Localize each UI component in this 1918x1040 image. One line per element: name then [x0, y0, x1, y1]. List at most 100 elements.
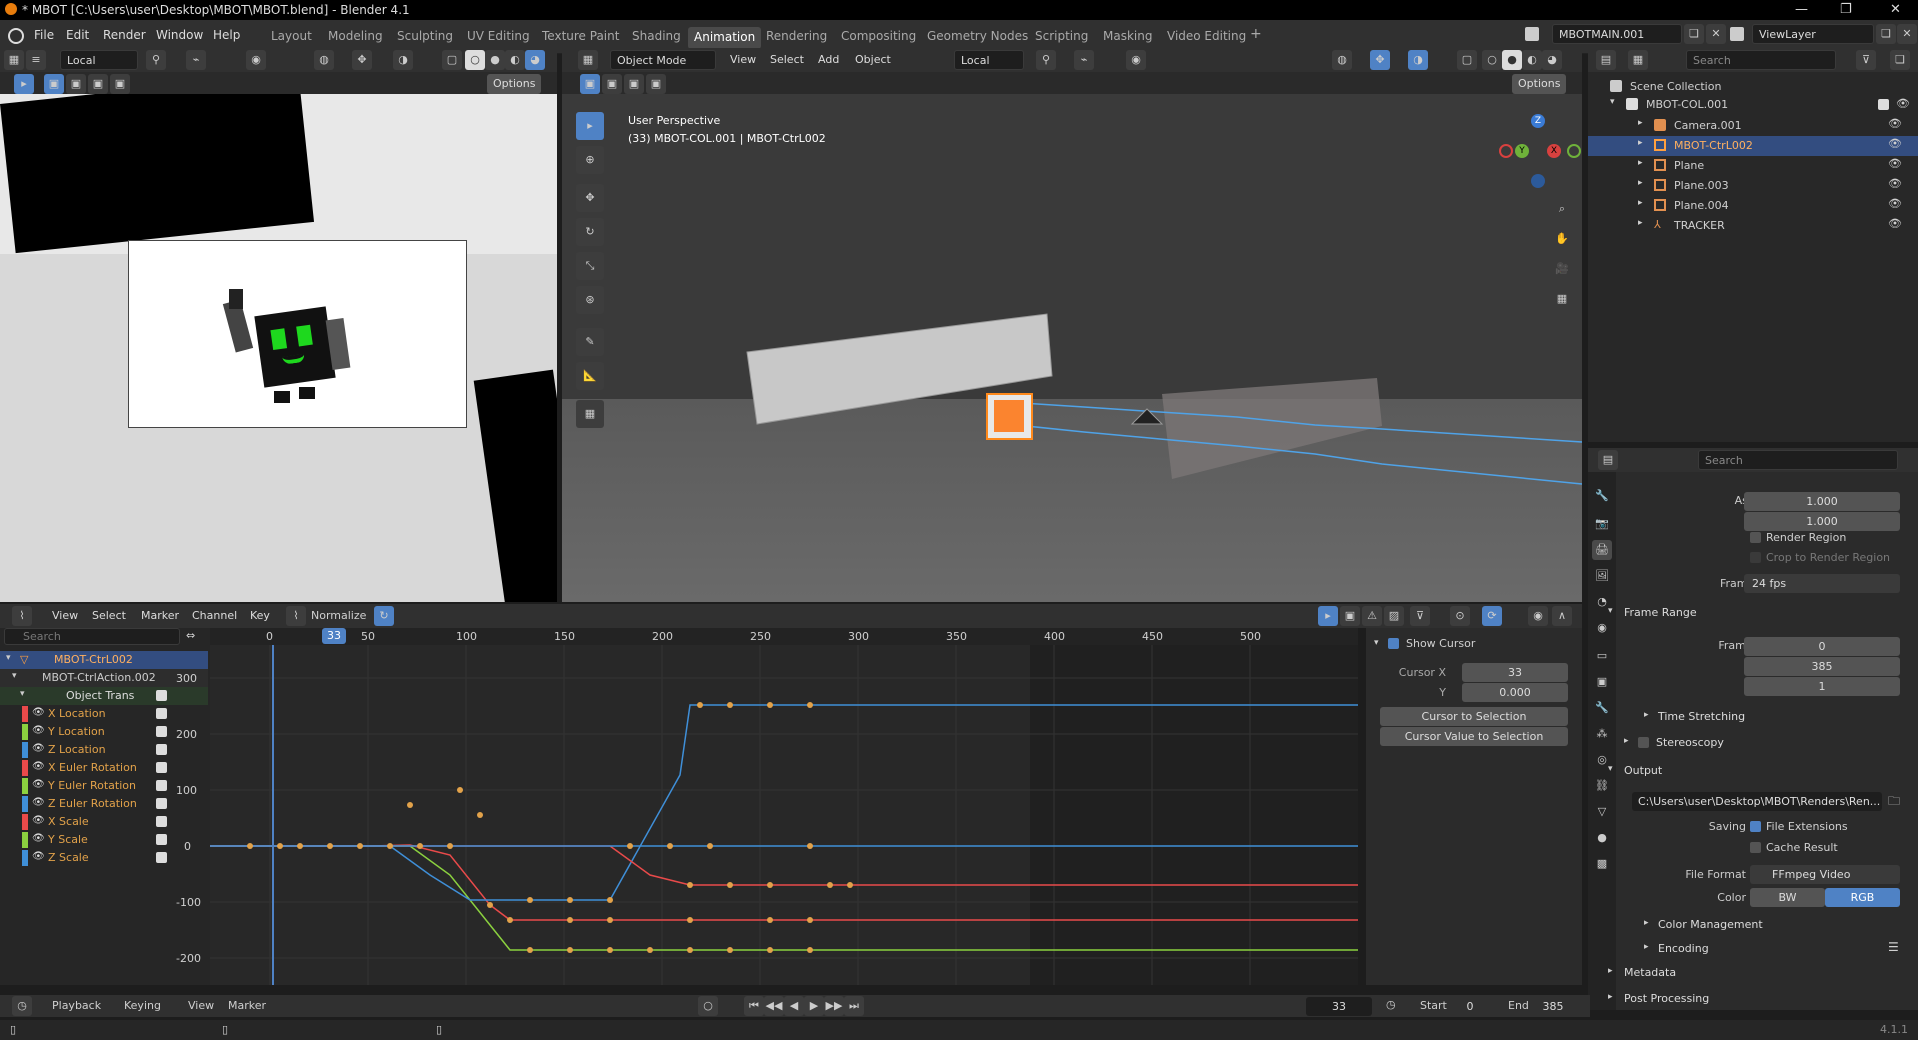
channel-eye-icon[interactable]: 👁 — [32, 761, 45, 772]
start-field[interactable]: 0 — [1460, 997, 1480, 1016]
viewport-snap-icon[interactable]: ⌁ — [1074, 50, 1094, 70]
auto-normalize-icon[interactable]: ↻ — [374, 606, 394, 626]
hamburger-menu-icon[interactable]: ≡ — [26, 50, 46, 70]
cursor-to-selection-button[interactable]: Cursor to Selection — [1380, 707, 1568, 726]
gizmo-icon[interactable]: ✥ — [352, 50, 372, 70]
gizmo-neg-x[interactable] — [1499, 144, 1513, 158]
scene-name-field[interactable]: MBOTMAIN.001 — [1552, 24, 1682, 44]
graph-area[interactable]: 300 — [210, 645, 1358, 985]
item-eye-icon[interactable]: 👁 — [1888, 137, 1902, 150]
normalize-label[interactable]: Normalize — [311, 609, 366, 622]
channel-search-input[interactable]: Search — [4, 628, 180, 645]
viewport-shading-wire-icon[interactable]: ○ — [1482, 50, 1502, 70]
channel-eye-icon[interactable]: 👁 — [32, 779, 45, 790]
output-tab-icon[interactable]: 🖨 — [1592, 540, 1612, 560]
left-options-button[interactable]: Options — [487, 74, 542, 94]
playback-menu[interactable]: Playback — [52, 999, 101, 1012]
graph-select-icon[interactable]: ▸ — [1318, 606, 1338, 626]
channel-checkbox[interactable] — [156, 708, 167, 719]
channel-swap-icon[interactable]: ⇔ — [186, 629, 195, 642]
file-extensions-checkbox[interactable] — [1750, 821, 1761, 832]
close-icon[interactable]: ✕ — [1890, 2, 1901, 17]
frame-range-section-header[interactable]: Frame Range — [1624, 606, 1697, 619]
show-cursor-checkbox[interactable] — [1388, 638, 1399, 649]
viewport-xray-icon[interactable]: ▢ — [1457, 50, 1477, 70]
viewport-overlay-icon[interactable]: ◑ — [1408, 50, 1428, 70]
collapse-chevron-icon[interactable]: ▾ — [6, 653, 11, 663]
minimize-icon[interactable]: — — [1795, 2, 1808, 17]
expand-chevron-icon[interactable]: ▸ — [1638, 178, 1643, 188]
time-stretching-section[interactable]: Time Stretching — [1658, 710, 1745, 723]
transform-orientation-dropdown[interactable]: Local — [60, 50, 138, 70]
encoding-list-icon[interactable]: ☰ — [1888, 940, 1899, 954]
channel-eye-icon[interactable]: 👁 — [32, 815, 45, 826]
outliner-item[interactable]: ▸ Plane.004 👁 — [1588, 196, 1918, 216]
graph-ghost-icon[interactable]: ▨ — [1384, 606, 1404, 626]
maximize-icon[interactable]: ❐ — [1840, 2, 1852, 17]
collection-checkbox[interactable] — [1878, 99, 1889, 110]
graph-filter-icon[interactable]: ⊽ — [1410, 606, 1430, 626]
item-eye-icon[interactable]: 👁 — [1888, 217, 1902, 230]
world-tab-icon[interactable]: ◉ — [1592, 618, 1612, 638]
outliner-filter-icon[interactable]: ⊽ — [1856, 50, 1876, 70]
graph-menu-view[interactable]: View — [52, 609, 78, 622]
delete-view-layer-icon[interactable]: ✕ — [1897, 24, 1917, 44]
channel-checkbox[interactable] — [156, 816, 167, 827]
frame-rate-dropdown[interactable]: 24 fps — [1744, 574, 1900, 593]
add-workspace-icon[interactable]: + — [1250, 26, 1262, 48]
timeline-marker-menu[interactable]: Marker — [228, 999, 266, 1012]
post-processing-chevron-icon[interactable]: ▸ — [1608, 992, 1613, 1002]
pan-hand-icon[interactable]: ✋ — [1552, 229, 1572, 249]
viewport-proportional-icon[interactable]: ◉ — [1126, 50, 1146, 70]
zoom-icon[interactable]: ⌕ — [1552, 199, 1572, 219]
post-processing-section[interactable]: Post Processing — [1624, 992, 1709, 1005]
viewport-shading-material-icon[interactable]: ◐ — [1522, 50, 1542, 70]
item-eye-icon[interactable]: 👁 — [1888, 117, 1902, 130]
snap-icon[interactable]: ⌁ — [186, 50, 206, 70]
output-path-field[interactable]: C:\Users\user\Desktop\MBOT\Renders\Ren..… — [1632, 792, 1882, 811]
menu-edit[interactable]: Edit — [66, 28, 89, 42]
visibility-icon[interactable]: ◍ — [314, 50, 334, 70]
output-section-header[interactable]: Output — [1624, 764, 1662, 777]
file-format-dropdown[interactable]: FFmpeg Video — [1750, 865, 1900, 884]
cursor-x-field[interactable]: 33 — [1462, 663, 1568, 682]
output-chevron-icon[interactable]: ▾ — [1608, 764, 1613, 774]
channel-eye-icon[interactable]: 👁 — [32, 851, 45, 862]
stereoscopy-chevron-icon[interactable]: ▸ — [1624, 736, 1629, 746]
channel-checkbox[interactable] — [156, 744, 167, 755]
viewport-pivot-icon[interactable]: ⚲ — [1036, 50, 1056, 70]
viewport-transform-dropdown[interactable]: Local — [954, 50, 1024, 70]
menu-render[interactable]: Render — [103, 28, 146, 42]
new-view-layer-icon[interactable]: ❏ — [1876, 24, 1896, 44]
properties-editor-type-icon[interactable]: ▤ — [1598, 450, 1618, 470]
play-icon[interactable]: ▶ — [804, 996, 824, 1016]
render-region-checkbox[interactable] — [1750, 532, 1761, 543]
modifier-tab-icon[interactable]: 🔧 — [1592, 698, 1612, 718]
properties-search-input[interactable]: Search — [1698, 450, 1898, 470]
collapse-chevron-icon[interactable]: ▾ — [12, 671, 17, 681]
keying-menu[interactable]: Keying — [124, 999, 161, 1012]
channel-checkbox[interactable] — [156, 780, 167, 791]
outliner-collection-row[interactable]: ▾ MBOT-COL.001 👁 — [1610, 96, 1915, 114]
tool-tab-icon[interactable]: 🔧 — [1592, 486, 1612, 506]
aspect-y-field[interactable]: 1.000 — [1744, 512, 1900, 531]
color-management-section[interactable]: Color Management — [1658, 918, 1763, 931]
graph-editor-type-icon[interactable]: ⌇ — [12, 606, 32, 626]
viewport-menu-object[interactable]: Object — [855, 53, 891, 66]
current-frame-indicator[interactable]: 33 — [322, 628, 346, 644]
viewport-shading-rendered-icon[interactable]: ◕ — [1542, 50, 1562, 70]
select-box-icon[interactable]: ▣ — [44, 74, 64, 94]
view-layer-icon[interactable] — [1730, 27, 1744, 41]
metadata-chevron-icon[interactable]: ▸ — [1608, 966, 1613, 976]
graph-menu-key[interactable]: Key — [250, 609, 270, 622]
end-field[interactable]: 385 — [1538, 997, 1568, 1016]
record-icon[interactable]: ○ — [698, 996, 718, 1016]
timeline-editor-type-icon[interactable]: ◷ — [12, 996, 32, 1016]
data-tab-icon[interactable]: ▽ — [1592, 802, 1612, 822]
constraint-tab-icon[interactable]: ⛓ — [1592, 776, 1612, 796]
outliner-item[interactable]: ▸ Camera.001 👁 — [1588, 116, 1918, 136]
object-tab-icon[interactable]: ▣ — [1592, 672, 1612, 692]
mode-dropdown[interactable]: Object Mode — [610, 50, 716, 70]
stereoscopy-section[interactable]: Stereoscopy — [1656, 736, 1724, 749]
color-rgb-button[interactable]: RGB — [1825, 888, 1900, 907]
